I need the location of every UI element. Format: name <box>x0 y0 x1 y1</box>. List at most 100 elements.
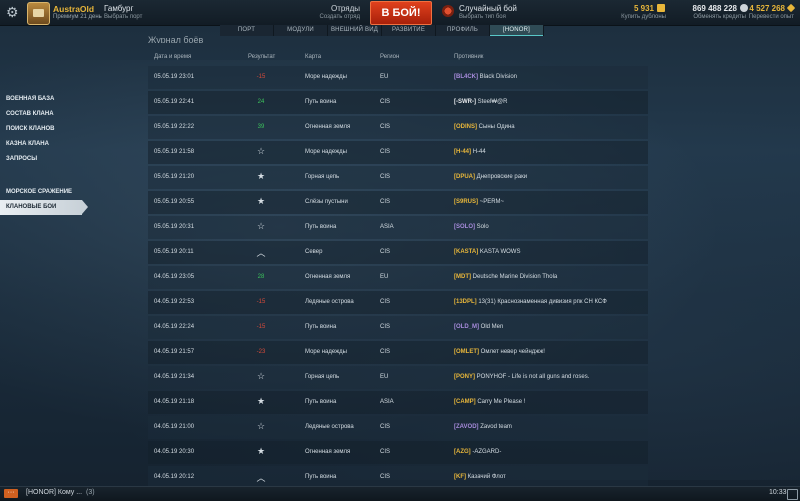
opponent-clan-tag[interactable]: [OLD_M] <box>454 324 479 330</box>
row-region: CIS <box>380 149 391 155</box>
doubloons-value[interactable]: 5 931 <box>628 4 654 13</box>
row-opponent[interactable]: [KF] Казачий Флот <box>454 474 506 480</box>
row-opponent[interactable]: [S9RUS] ~PERM~ <box>454 199 504 205</box>
opponent-clan-tag[interactable]: [KASTA] <box>454 249 478 255</box>
free-xp-value[interactable]: 4 527 268 <box>745 4 785 13</box>
journal-row[interactable]: 04.05.19 20:30 ★ Огненная земля CIS [AZG] -A… <box>148 441 648 464</box>
row-region: CIS <box>380 324 391 330</box>
sidebar-item-search[interactable]: ПОИСК КЛАНОВ <box>0 122 82 137</box>
port-name[interactable]: Гамбург <box>104 4 133 13</box>
opponent-clan-tag[interactable]: [H-44] <box>454 149 471 155</box>
row-opponent[interactable]: [ZAVOD] Zavod team <box>454 424 512 430</box>
tab-modules[interactable]: МОДУЛИ <box>274 25 328 36</box>
player-name[interactable]: AustraOld <box>53 4 94 14</box>
row-opponent[interactable]: [DPUA] Днепровские раки <box>454 174 527 180</box>
battle-mode-label[interactable]: Случайный бой <box>459 4 517 13</box>
journal-row[interactable]: 05.05.19 20:55 ★ Слёзы пустыни CIS [S9RUS] ~… <box>148 191 648 214</box>
opponent-clan-tag[interactable]: [13DPL] <box>454 299 477 305</box>
row-opponent[interactable]: [MDT] Deutsche Marine Division Thola <box>454 274 557 280</box>
journal-row[interactable]: 05.05.19 21:20 ★ Горная цепь CIS [DPUA] Днеп… <box>148 166 648 189</box>
tab-exterior[interactable]: ВНЕШНИЙ ВИД <box>328 25 382 36</box>
premium-status: Премиум 21 день <box>53 14 102 20</box>
opponent-clan-tag[interactable]: [MDT] <box>454 274 471 280</box>
squad-button[interactable]: Отряды <box>300 4 360 13</box>
journal-row[interactable]: 04.05.19 21:57 -23 Море надежды CIS [OMLET] … <box>148 341 648 364</box>
row-opponent[interactable]: [13DPL] 13(31) Краснознаменная дивизия р… <box>454 299 607 305</box>
chat-channel[interactable]: [HONOR] Кому ... <box>26 489 82 496</box>
exchange-credits-link[interactable]: Обменять кредиты <box>680 14 746 20</box>
journal-row[interactable]: 05.05.19 20:31 ☆ Путь воина ASIA [SOLO] Solo <box>148 216 648 239</box>
row-opponent[interactable]: [H-44] H-44 <box>454 149 486 155</box>
row-opponent[interactable]: [CAMP] Carry Me Please ! <box>454 399 525 405</box>
opponent-clan-tag[interactable]: [ODINS] <box>454 124 477 130</box>
row-region: CIS <box>380 474 391 480</box>
row-opponent[interactable]: [OLD_M] Old Men <box>454 324 503 330</box>
row-map: Слёзы пустыни <box>305 199 348 205</box>
chat-menu-button[interactable]: ··· <box>4 489 18 498</box>
opponent-clan-name: Сыны Одина <box>478 124 515 130</box>
journal-row[interactable]: 05.05.19 22:22 39 Огненная земля CIS [ODINS]… <box>148 116 648 139</box>
row-result: -15 <box>256 299 266 305</box>
col-opponent[interactable]: Противник <box>454 54 483 60</box>
sidebar-item-base[interactable]: ВОЕННАЯ БАЗА <box>0 92 82 107</box>
sidebar-item-members[interactable]: СОСТАВ КЛАНА <box>0 107 82 122</box>
credits-value[interactable]: 869 488 228 <box>680 4 738 13</box>
opponent-clan-tag[interactable]: [SOLO] <box>454 224 475 230</box>
row-opponent[interactable]: [-SWR-] Steel₩@R <box>454 99 507 105</box>
convert-xp-link[interactable]: Перевести опыт <box>742 14 794 20</box>
journal-row[interactable]: 05.05.19 23:01 -15 Море надежды EU [BL4CK] B… <box>148 66 648 89</box>
row-opponent[interactable]: [BL4CK] Black Division <box>454 74 517 80</box>
battle-button[interactable]: В БОЙ! <box>370 1 432 25</box>
opponent-clan-tag[interactable]: [DPUA] <box>454 174 475 180</box>
opponent-clan-name: Steel₩@R <box>477 99 508 105</box>
journal-row[interactable]: 04.05.19 23:05 28 Огненная земля EU [MDT] De… <box>148 266 648 289</box>
sidebar-item-clan-battles[interactable]: КЛАНОВЫЕ БОИ <box>0 200 88 215</box>
opponent-clan-tag[interactable]: [ZAVOD] <box>454 424 479 430</box>
col-date[interactable]: Дата и время <box>154 54 191 60</box>
row-date: 04.05.19 21:34 <box>154 374 195 380</box>
tab-clan[interactable]: [HONOR] <box>490 25 544 36</box>
clock: 10:33 <box>769 489 787 496</box>
opponent-clan-tag[interactable]: [S9RUS] <box>454 199 478 205</box>
tab-port[interactable]: ПОРТ <box>220 25 274 36</box>
row-opponent[interactable]: [KASTA] KASTA WOWS <box>454 249 520 255</box>
journal-row[interactable]: 05.05.19 21:58 ☆ Море надежды CIS [H-44] H-4… <box>148 141 648 164</box>
result-chevron-icon: ︿ <box>256 248 266 258</box>
opponent-clan-tag[interactable]: [BL4CK] <box>454 74 478 80</box>
opponent-clan-tag[interactable]: [OMLET] <box>454 349 479 355</box>
journal-row[interactable]: 04.05.19 21:00 ☆ Ледяные острова CIS [ZAVOD]… <box>148 416 648 439</box>
tab-profile[interactable]: ПРОФИЛЬ <box>436 25 490 36</box>
buy-doubloons-link[interactable]: Купить дублоны <box>610 14 666 20</box>
opponent-clan-tag[interactable]: [-SWR-] <box>454 99 476 105</box>
row-opponent[interactable]: [OMLET] Омлет невер чейнджж! <box>454 349 545 355</box>
col-region[interactable]: Регион <box>380 54 399 60</box>
clan-emblem-icon[interactable] <box>27 2 50 25</box>
journal-row[interactable]: 04.05.19 22:24 -15 Путь воина CIS [OLD_M] Ol… <box>148 316 648 339</box>
battle-mode-icon[interactable] <box>442 5 454 17</box>
journal-row[interactable]: 04.05.19 21:18 ★ Путь воина ASIA [CAMP] Carr… <box>148 391 648 414</box>
row-opponent[interactable]: [SOLO] Solo <box>454 224 489 230</box>
row-opponent[interactable]: [PONY] PONYHOF - Life is not all guns an… <box>454 374 589 380</box>
col-result[interactable]: Результат <box>248 54 275 60</box>
row-date: 04.05.19 22:53 <box>154 299 195 305</box>
journal-row[interactable]: 05.05.19 20:11 ︿ Север CIS [KASTA] KASTA WOW… <box>148 241 648 264</box>
opponent-clan-tag[interactable]: [CAMP] <box>454 399 476 405</box>
row-opponent[interactable]: [AZG] -AZGARD- <box>454 449 501 455</box>
journal-row[interactable]: 04.05.19 21:34 ☆ Горная цепь EU [PONY] PONYH… <box>148 366 648 389</box>
tab-research[interactable]: РАЗВИТИЕ <box>382 25 436 36</box>
sidebar-item-naval-battle[interactable]: МОРСКОЕ СРАЖЕНИЕ <box>0 185 82 200</box>
col-map[interactable]: Карта <box>305 54 321 60</box>
journal-row[interactable]: 05.05.19 22:41 24 Путь воина CIS [-SWR-] Ste… <box>148 91 648 114</box>
row-opponent[interactable]: [ODINS] Сыны Одина <box>454 124 515 130</box>
battle-mode-hint: Выбрать тип боя <box>459 14 506 20</box>
journal-row[interactable]: 04.05.19 22:53 -15 Ледяные острова CIS [13DP… <box>148 291 648 314</box>
settings-gear-icon[interactable]: ⚙ <box>6 5 20 19</box>
sidebar-item-requests[interactable]: ЗАПРОСЫ <box>0 152 82 167</box>
exit-icon[interactable] <box>787 489 798 500</box>
opponent-clan-tag[interactable]: [AZG] <box>454 449 471 455</box>
row-region: CIS <box>380 424 391 430</box>
sidebar-item-treasury[interactable]: КАЗНА КЛАНА <box>0 137 82 152</box>
opponent-clan-tag[interactable]: [KF] <box>454 474 466 480</box>
row-region: CIS <box>380 299 391 305</box>
opponent-clan-tag[interactable]: [PONY] <box>454 374 475 380</box>
